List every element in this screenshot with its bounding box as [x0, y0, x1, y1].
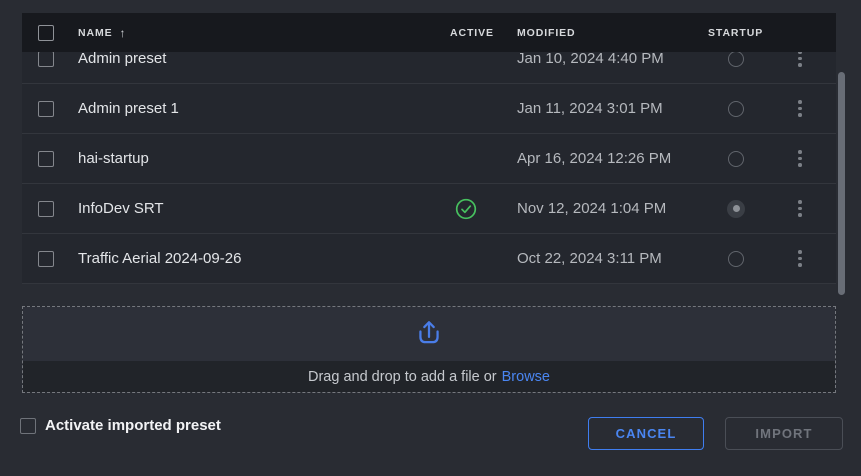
kebab-menu-icon[interactable]: [798, 100, 802, 117]
scrollbar-thumb[interactable]: [838, 72, 845, 295]
active-check-icon: [455, 198, 477, 220]
table-row[interactable]: hai-startup Apr 16, 2024 12:26 PM: [22, 134, 836, 184]
table-header: NAME ↑ ACTIVE MODIFIED STARTUP: [22, 13, 836, 52]
startup-radio[interactable]: [728, 52, 744, 67]
column-header-active[interactable]: ACTIVE: [450, 27, 494, 39]
activate-imported-preset[interactable]: Activate imported preset: [20, 417, 221, 434]
activate-imported-label: Activate imported preset: [45, 417, 221, 434]
kebab-menu-icon[interactable]: [798, 250, 802, 267]
cancel-button[interactable]: CANCEL: [588, 417, 704, 450]
modified-date: Nov 12, 2024 1:04 PM: [517, 200, 708, 217]
preset-name: hai-startup: [78, 150, 450, 167]
row-checkbox[interactable]: [38, 251, 54, 267]
preset-name: Traffic Aerial 2024-09-26: [78, 250, 450, 267]
kebab-menu-icon[interactable]: [798, 52, 802, 67]
kebab-menu-icon[interactable]: [798, 200, 802, 217]
startup-radio[interactable]: [728, 101, 744, 117]
modified-date: Apr 16, 2024 12:26 PM: [517, 150, 708, 167]
table-row[interactable]: Traffic Aerial 2024-09-26 Oct 22, 2024 3…: [22, 234, 836, 284]
modified-date: Jan 11, 2024 3:01 PM: [517, 100, 708, 117]
activate-imported-checkbox[interactable]: [20, 418, 36, 434]
startup-radio[interactable]: [728, 151, 744, 167]
preset-name: InfoDev SRT: [78, 200, 450, 217]
table-row[interactable]: Admin preset 1 Jan 11, 2024 3:01 PM: [22, 84, 836, 134]
startup-radio[interactable]: [728, 251, 744, 267]
table-row[interactable]: Admin preset Jan 10, 2024 4:40 PM: [22, 52, 836, 84]
row-checkbox[interactable]: [38, 151, 54, 167]
file-dropzone[interactable]: Drag and drop to add a file or Browse: [22, 306, 836, 393]
row-checkbox[interactable]: [38, 101, 54, 117]
row-checkbox[interactable]: [38, 52, 54, 67]
column-header-modified[interactable]: MODIFIED: [517, 27, 576, 39]
column-header-startup[interactable]: STARTUP: [708, 27, 763, 39]
import-button[interactable]: IMPORT: [725, 417, 843, 450]
dropzone-text: Drag and drop to add a file or: [308, 369, 497, 385]
modified-date: Oct 22, 2024 3:11 PM: [517, 250, 708, 267]
select-all-checkbox[interactable]: [38, 25, 54, 41]
kebab-menu-icon[interactable]: [798, 150, 802, 167]
upload-icon: [414, 317, 444, 352]
table-row[interactable]: InfoDev SRT Nov 12, 2024 1:04 PM: [22, 184, 836, 234]
preset-name: Admin preset 1: [78, 100, 450, 117]
sort-ascending-icon[interactable]: ↑: [120, 26, 127, 40]
column-header-name[interactable]: NAME: [78, 27, 113, 39]
modified-date: Jan 10, 2024 4:40 PM: [517, 52, 708, 67]
preset-name: Admin preset: [78, 52, 450, 67]
startup-radio[interactable]: [727, 200, 745, 218]
preset-table-body[interactable]: Admin preset Jan 10, 2024 4:40 PM Admin …: [22, 52, 836, 285]
row-checkbox[interactable]: [38, 201, 54, 217]
browse-link[interactable]: Browse: [502, 369, 550, 385]
